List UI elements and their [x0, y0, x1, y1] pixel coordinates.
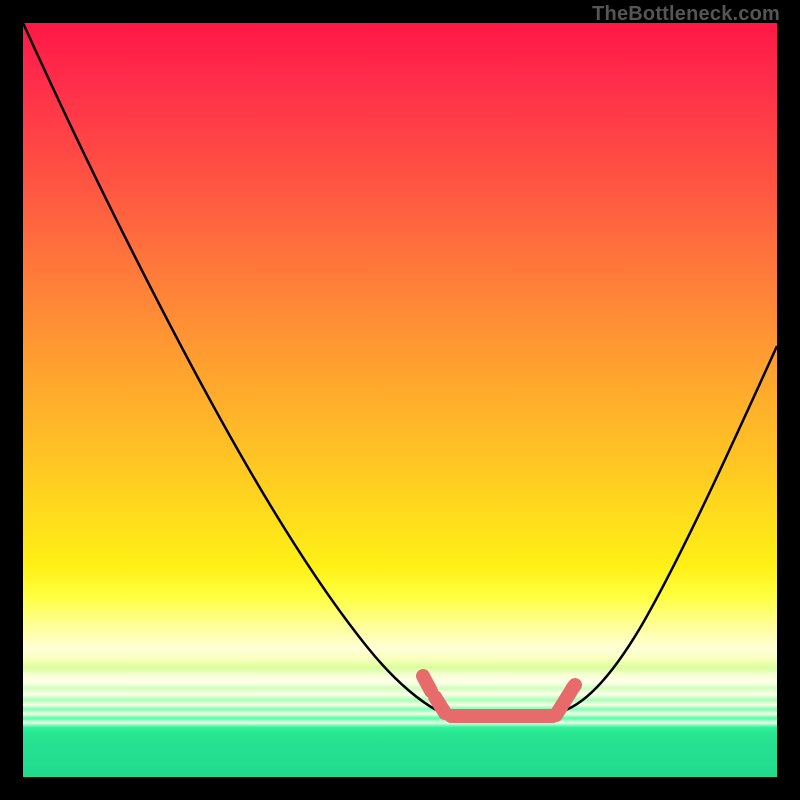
- chart-svg: [23, 23, 777, 777]
- marker-band: [423, 676, 575, 716]
- bottleneck-curve: [23, 23, 777, 713]
- chart-frame: [23, 23, 777, 777]
